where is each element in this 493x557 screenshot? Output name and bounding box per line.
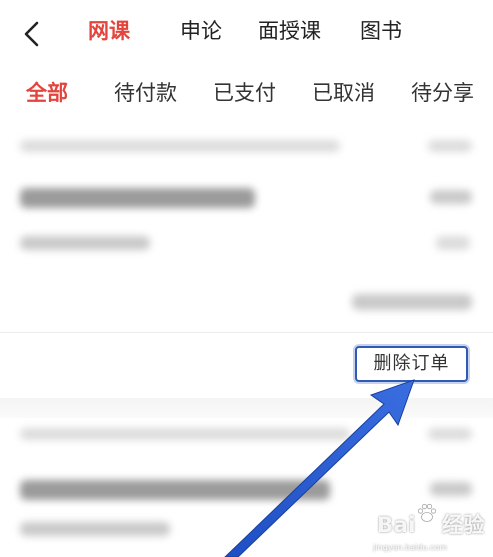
course-meta-blurred: [20, 522, 170, 536]
tab-in-person-course[interactable]: 面授课: [258, 16, 321, 46]
tab-essay[interactable]: 申论: [180, 16, 222, 46]
filter-pending-payment[interactable]: 待付款: [114, 78, 177, 108]
filter-pending-share[interactable]: 待分享: [411, 78, 474, 108]
order-filter-bar: 全部 待付款 已支付 已取消 待分享: [0, 64, 493, 122]
tab-online-course[interactable]: 网课: [88, 16, 130, 46]
filter-paid[interactable]: 已支付: [213, 78, 276, 108]
card-divider: [0, 332, 493, 333]
card-gap: [0, 398, 493, 418]
watermark-logo: Bai 经验: [377, 509, 485, 539]
course-qty-blurred: [436, 236, 470, 250]
watermark-url: jingyan.baidu.com: [373, 543, 447, 552]
order-status-blurred: [428, 140, 472, 152]
order-status-blurred: [428, 428, 472, 440]
course-title-blurred: [20, 188, 255, 208]
course-title-blurred: [20, 480, 330, 500]
watermark-brand: Bai: [377, 513, 416, 537]
back-button[interactable]: [14, 16, 50, 52]
tab-books[interactable]: 图书: [360, 16, 402, 46]
order-total-blurred: [352, 294, 472, 310]
course-price-blurred: [430, 482, 472, 496]
order-header-blurred: [20, 140, 340, 152]
order-header-blurred: [20, 428, 350, 440]
watermark-suffix: 经验: [442, 513, 485, 537]
course-price-blurred: [430, 190, 472, 204]
chevron-left-icon: [24, 21, 39, 47]
filter-cancelled[interactable]: 已取消: [312, 78, 375, 108]
orders-screen: 网课 申论 面授课 图书 全部 待付款 已支付 已取消 待分享 删除订单 Bai…: [0, 0, 493, 557]
course-meta-blurred: [20, 236, 150, 250]
delete-order-button[interactable]: 删除订单: [355, 346, 468, 382]
filter-all[interactable]: 全部: [26, 78, 68, 108]
top-nav: 网课 申论 面授课 图书: [0, 0, 493, 64]
